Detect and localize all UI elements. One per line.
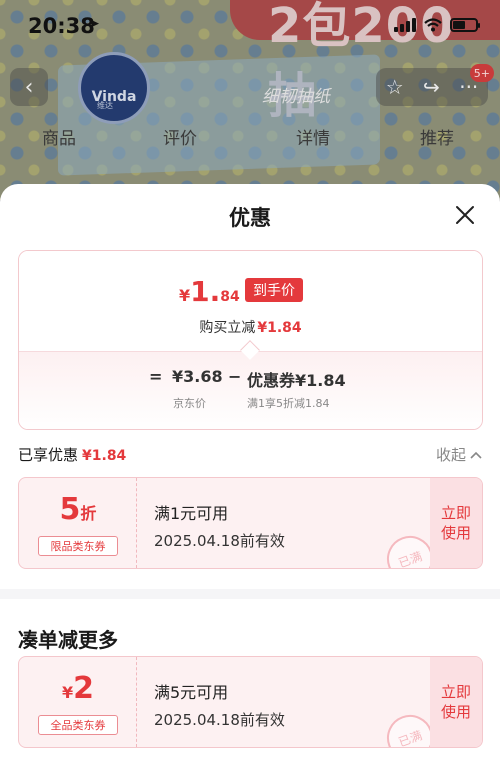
tab-product[interactable]: 商品: [42, 124, 76, 149]
use-coupon-button[interactable]: 立即使用: [430, 657, 482, 747]
use-coupon-button[interactable]: 立即使用: [430, 478, 482, 568]
location-arrow-icon: ➤: [88, 16, 100, 32]
coupon-type-badge: 限品类东券: [38, 536, 118, 556]
coupon-expiry: 2025.04.18前有效: [154, 711, 285, 729]
base-price-label: 京东价: [173, 397, 206, 410]
coupon-condition: 满1元可用: [154, 504, 229, 523]
coupon-condition: 满5元可用: [154, 683, 229, 702]
coupon-discount-label: 满1享5折减1.84: [247, 397, 330, 410]
cellular-signal-icon: [394, 18, 416, 32]
share-icon[interactable]: ↪: [423, 75, 440, 99]
tab-recommend[interactable]: 推荐: [420, 124, 454, 149]
more-discount-title: 凑单减更多: [18, 628, 118, 652]
chevron-up-icon: [470, 451, 482, 459]
message-badge: 5+: [469, 64, 494, 82]
instant-discount: 购买立减 ¥1.84: [199, 320, 302, 336]
coupon-card-applied: 5折 限品类东券 满1元可用 2025.04.18前有效 已满 立即使用: [18, 477, 483, 569]
product-box-text: 细韧抽纸: [262, 87, 330, 107]
coupon-discount: 优惠券¥1.84: [247, 371, 346, 390]
brand-logo: Vinda: [78, 52, 150, 124]
status-time: 20:38: [28, 14, 95, 38]
brand-logo-sub: 维达: [97, 101, 113, 110]
section-divider: [0, 589, 500, 599]
final-price: ¥1.84: [179, 275, 240, 308]
product-page-background: 2包200抽 细韧抽纸 Vinda 维达 20:38 ➤ ‹ ☆ ↪ ··· 5…: [0, 0, 500, 200]
back-button[interactable]: ‹: [10, 68, 48, 106]
status-icons: [394, 18, 480, 32]
sheet-title: 优惠: [229, 206, 271, 230]
coupon-amount: 5折: [59, 492, 97, 527]
coupon-expiry: 2025.04.18前有效: [154, 532, 285, 550]
collapse-toggle[interactable]: 收起: [436, 444, 482, 465]
tab-reviews[interactable]: 评价: [163, 124, 197, 149]
minus-sign: −: [228, 367, 242, 386]
price-summary-card: ¥1.84 到手价 购买立减 ¥1.84 = ¥3.68 − 优惠券¥1.84 京…: [18, 250, 483, 430]
tab-details[interactable]: 详情: [296, 124, 330, 149]
base-price: ¥3.68: [172, 367, 223, 386]
battery-icon: [450, 18, 480, 32]
close-icon[interactable]: [452, 202, 478, 228]
discount-sheet: 优惠 ¥1.84 到手价 购买立减 ¥1.84 = ¥3.68 − 优惠券¥1.8…: [0, 184, 500, 765]
final-price-tag: 到手价: [245, 278, 303, 302]
enjoyed-discount: 已享优惠 ¥1.84: [18, 446, 127, 464]
wifi-icon: [424, 18, 442, 32]
coupon-amount: ¥2: [61, 671, 94, 706]
favorite-star-icon[interactable]: ☆: [386, 75, 404, 99]
equals-sign: =: [149, 367, 163, 386]
coupon-type-badge: 全品类东券: [38, 715, 118, 735]
coupon-card-more: ¥2 全品类东券 满5元可用 2025.04.18前有效 已满 立即使用: [18, 656, 483, 748]
